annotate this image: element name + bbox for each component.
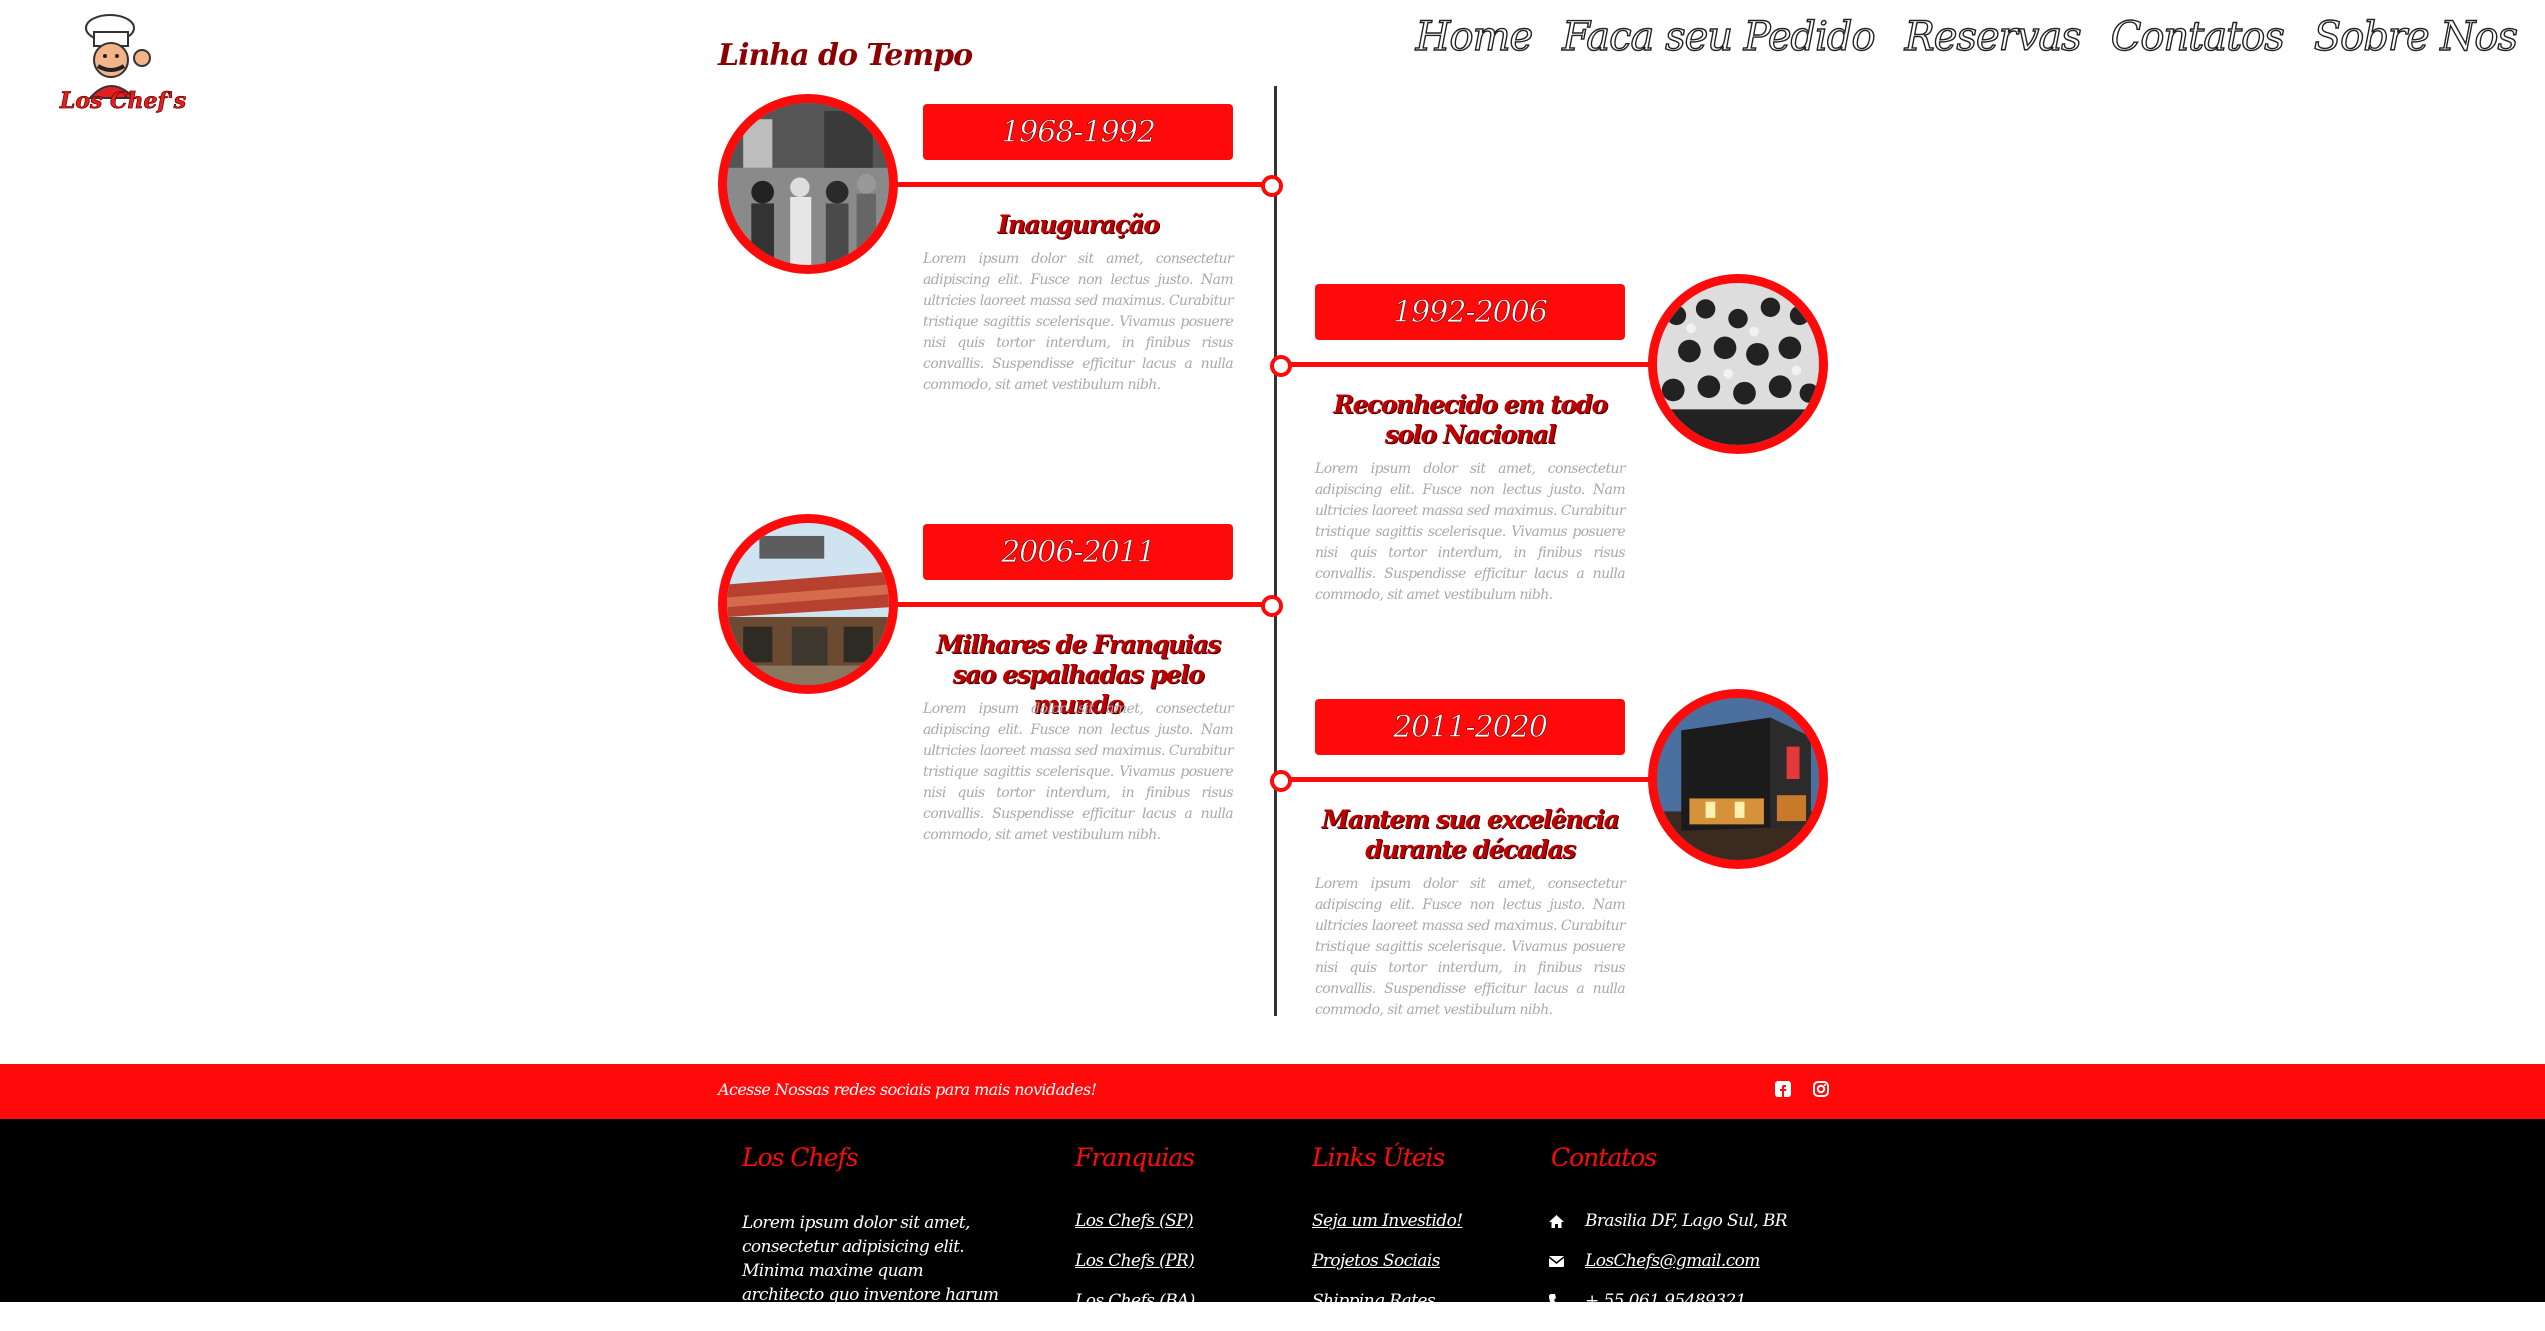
envelope-icon: [1548, 1253, 1565, 1270]
shipping-rates-link[interactable]: Shipping Rates: [1312, 1291, 1436, 1311]
social-bar: Acesse Nossas redes sociais para mais no…: [0, 1064, 2545, 1119]
event-1-text: Lorem ipsum dolor sit amet, consectetur …: [923, 251, 1234, 393]
event-1-photo: [718, 94, 898, 274]
event-2-year-badge: 1992-2006: [1315, 284, 1625, 340]
event-3-connector: [895, 602, 1263, 607]
footer-about-title: Los Chefs: [742, 1143, 859, 1172]
social-projects-link[interactable]: Projetos Sociais: [1312, 1251, 1440, 1271]
svg-text:Los Chef's: Los Chef's: [59, 88, 186, 114]
franchise-ba-link[interactable]: Los Chefs (BA): [1075, 1291, 1195, 1311]
timeline-axis: [1274, 86, 1277, 1016]
nav-reservations[interactable]: Reservas: [1904, 13, 2082, 60]
event-1-connector: [895, 182, 1263, 187]
footer-about-text: Lorem ipsum dolor sit amet, consectetur …: [742, 1213, 999, 1329]
franchise-pr-link[interactable]: Los Chefs (PR): [1075, 1251, 1195, 1271]
event-1-title: Inauguração: [997, 210, 1160, 239]
chef-mascot-icon: Los Chef's: [58, 14, 187, 114]
facebook-icon[interactable]: [1774, 1080, 1792, 1098]
logo[interactable]: Los Chef's: [48, 8, 198, 120]
main-nav: Home Faca seu Pedido Reservas Contatos S…: [1415, 13, 2519, 60]
event-3-node: [1261, 595, 1283, 617]
contact-address: Brasilia DF, Lago Sul, BR: [1585, 1211, 1788, 1231]
event-4-node: [1270, 770, 1292, 792]
timeline-title: Linha do Tempo: [718, 38, 973, 73]
social-bar-text: Acesse Nossas redes sociais para mais no…: [718, 1080, 1097, 1099]
event-4-text: Lorem ipsum dolor sit amet, consectetur …: [1315, 876, 1626, 1018]
nav-order[interactable]: Faca seu Pedido: [1562, 13, 1877, 60]
event-2-photo: [1648, 274, 1828, 454]
event-4-title: Mantem sua excelência durante décadas: [1321, 805, 1620, 864]
footer-franchises-title: Franquias: [1075, 1143, 1195, 1172]
event-2-node: [1270, 355, 1292, 377]
event-1-year-badge: 1968-1992: [923, 104, 1233, 160]
footer-links-title: Links Úteis: [1312, 1143, 1445, 1172]
footer-contacts-title: Contatos: [1551, 1143, 1657, 1172]
nav-contacts[interactable]: Contatos: [2110, 13, 2285, 60]
invest-link[interactable]: Seja um Investido!: [1312, 1211, 1463, 1231]
event-4-connector: [1288, 777, 1650, 782]
event-2-text: Lorem ipsum dolor sit amet, consectetur …: [1315, 461, 1626, 603]
contact-phone[interactable]: + 55 061 95489321: [1585, 1291, 1746, 1311]
event-3-text: Lorem ipsum dolor sit amet, consectetur …: [923, 701, 1234, 843]
footer: Los Chefs Lorem ipsum dolor sit amet, co…: [0, 1119, 2545, 1329]
nav-home[interactable]: Home: [1415, 13, 1534, 60]
franchise-sp-link[interactable]: Los Chefs (SP): [1075, 1211, 1194, 1231]
event-3-year-badge: 2006-2011: [923, 524, 1233, 580]
contact-email[interactable]: LosChefs@gmail.com: [1585, 1251, 1760, 1271]
event-4-year-badge: 2011-2020: [1315, 699, 1625, 755]
event-2-connector: [1288, 362, 1650, 367]
instagram-icon[interactable]: [1812, 1080, 1830, 1098]
home-icon: [1548, 1213, 1565, 1230]
nav-about[interactable]: Sobre Nos: [2313, 13, 2519, 60]
event-2-title: Reconhecido em todo solo Nacional: [1333, 390, 1608, 449]
event-1-node: [1261, 175, 1283, 197]
event-4-photo: [1648, 689, 1828, 869]
event-3-photo: [718, 514, 898, 694]
